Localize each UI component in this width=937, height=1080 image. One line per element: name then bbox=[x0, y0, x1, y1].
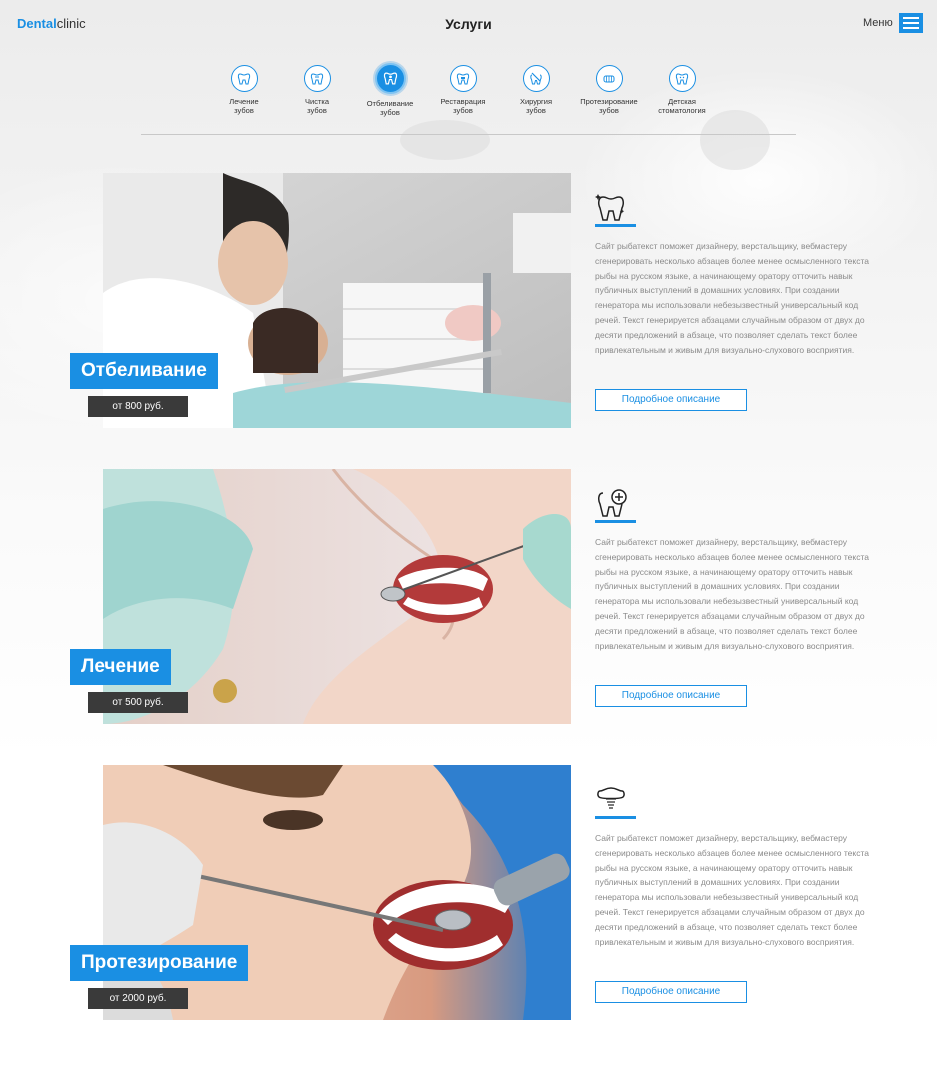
nav-item-prosthetics[interactable]: Протезирование зубов bbox=[569, 64, 649, 115]
surgery-icon bbox=[522, 65, 550, 92]
service-title: Лечение bbox=[70, 649, 171, 685]
services-nav: Лечение зубов Чистка зубов Отбеливание зубо… bbox=[204, 63, 727, 124]
service-price: от 2000 руб. bbox=[88, 988, 188, 1009]
service-price: от 500 руб. bbox=[88, 692, 188, 713]
child-tooth-icon bbox=[668, 65, 696, 92]
nav-divider bbox=[141, 134, 796, 135]
sparkling-tooth-icon bbox=[595, 191, 637, 227]
nav-label-line2: зубов bbox=[234, 106, 254, 115]
nav-label-line2: зубов bbox=[599, 106, 619, 115]
nav-label-line1: Лечение bbox=[229, 97, 259, 106]
more-details-button[interactable]: Подробное описание bbox=[595, 981, 747, 1003]
nav-label-line1: Протезирование bbox=[580, 97, 638, 106]
service-card-whitening: Отбеливание от 800 руб. Сайт рыбатекст п… bbox=[0, 173, 937, 428]
dentures-icon bbox=[595, 65, 623, 92]
nav-label-line2: зубов bbox=[307, 106, 327, 115]
nav-item-restoration[interactable]: Реставрация зубов bbox=[423, 64, 503, 115]
nav-label-line1: Чистка bbox=[305, 97, 329, 106]
implant-icon bbox=[595, 783, 637, 819]
service-description: Сайт рыбатекст поможет дизайнеру, верста… bbox=[595, 241, 869, 355]
nav-label-line2: зубов bbox=[453, 106, 473, 115]
nav-item-surgery[interactable]: Хирургия зубов bbox=[496, 64, 576, 115]
nav-label-line1: Отбеливание bbox=[366, 99, 414, 108]
more-details-button[interactable]: Подробное описание bbox=[595, 685, 747, 707]
nav-label-line2: зубов bbox=[380, 108, 400, 117]
service-photo-prosthetics bbox=[103, 765, 571, 1020]
service-card-treatment: Лечение от 500 руб. Сайт рыбатекст помож… bbox=[0, 469, 937, 724]
nav-label-line2: зубов bbox=[526, 106, 546, 115]
page-title: Услуги bbox=[445, 16, 492, 32]
more-details-button[interactable]: Подробное описание bbox=[595, 389, 747, 411]
hamburger-menu-icon[interactable] bbox=[899, 13, 923, 33]
site-header: Dentalclinic Услуги Меню bbox=[0, 0, 937, 50]
service-card-prosthetics: Протезирование от 2000 руб. Сайт рыбатек… bbox=[0, 765, 937, 1020]
service-photo-treatment bbox=[103, 469, 571, 724]
nav-label-line1: Хирургия bbox=[519, 97, 553, 106]
nav-label-line1: Реставрация bbox=[440, 97, 486, 106]
service-price: от 800 руб. bbox=[88, 396, 188, 417]
tooth-brush-icon bbox=[303, 65, 331, 92]
service-description: Сайт рыбатекст поможет дизайнеру, верста… bbox=[595, 833, 869, 947]
tooth-plus-icon bbox=[595, 487, 637, 523]
service-title: Протезирование bbox=[70, 945, 249, 981]
tooth-icon bbox=[230, 65, 258, 92]
service-description: Сайт рыбатекст поможет дизайнеру, верста… bbox=[595, 537, 869, 651]
tooth-restoration-icon bbox=[449, 65, 477, 92]
menu-label[interactable]: Меню bbox=[863, 17, 893, 29]
nav-item-cleaning[interactable]: Чистка зубов bbox=[277, 64, 357, 115]
background-lamp bbox=[400, 120, 490, 160]
service-photo-whitening bbox=[103, 173, 571, 428]
whitening-icon bbox=[374, 63, 406, 94]
nav-item-whitening[interactable]: Отбеливание зубов bbox=[350, 63, 430, 117]
nav-item-kids[interactable]: Детская стоматология bbox=[642, 64, 722, 115]
nav-item-treatment[interactable]: Лечение зубов bbox=[204, 64, 284, 115]
nav-label-line1: Детская bbox=[668, 97, 696, 106]
nav-label-line2: стоматология bbox=[658, 106, 706, 115]
service-title: Отбеливание bbox=[70, 353, 218, 389]
